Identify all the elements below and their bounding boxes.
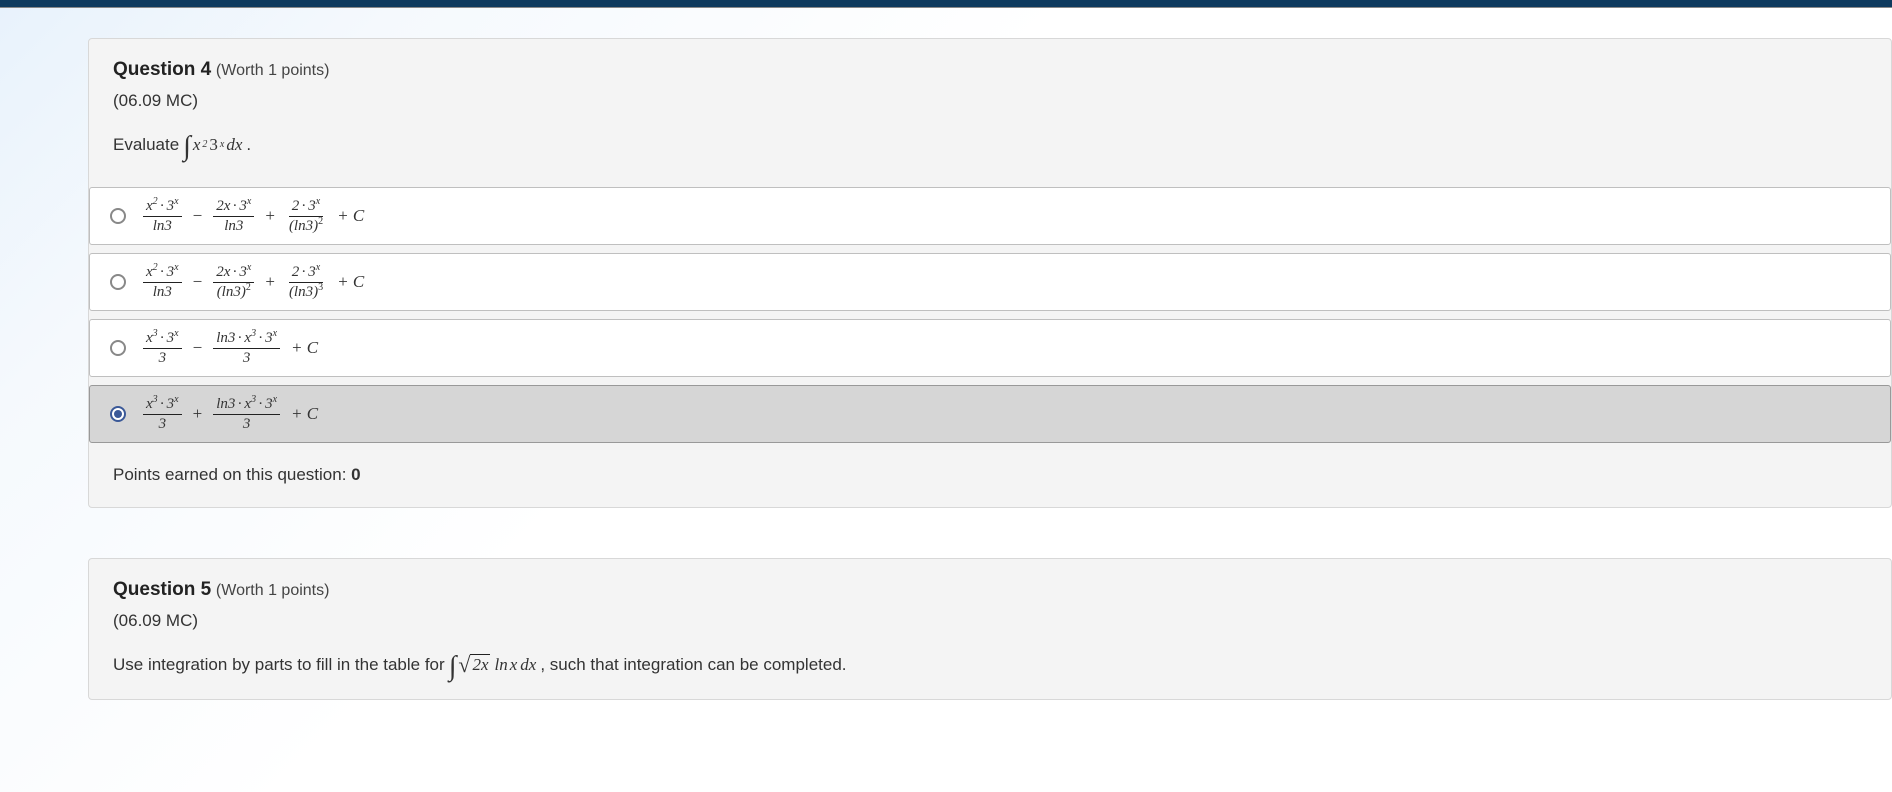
radio-icon[interactable] (110, 406, 126, 422)
option-4[interactable]: x3·3x3 + ln3·x3·3x3 + C (89, 385, 1891, 443)
option-1-math: x2·3xln3 − 2x·3xln3 + 2·3x(ln3)2 + C (140, 198, 364, 234)
radio-icon[interactable] (110, 340, 126, 356)
question-5-code: (06.09 MC) (113, 611, 1867, 631)
option-2-math: x2·3xln3 − 2x·3x(ln3)2 + 2·3x(ln3)3 + C (140, 264, 364, 300)
question-4-title: Question 4 (113, 59, 211, 80)
option-3[interactable]: x3·3x3 − ln3·x3·3x3 + C (89, 319, 1891, 377)
question-4-prompt: Evaluate ∫ x23x dx . (113, 129, 1867, 161)
question-4-options: x2·3xln3 − 2x·3xln3 + 2·3x(ln3)2 + C x2·… (89, 187, 1891, 443)
question-4-code: (06.09 MC) (113, 91, 1867, 111)
question-5-title-line: Question 5 (Worth 1 points) (113, 579, 1867, 601)
question-5-card: Question 5 (Worth 1 points) (06.09 MC) U… (88, 558, 1892, 700)
question-4-card: Question 4 (Worth 1 points) (06.09 MC) E… (88, 38, 1892, 508)
radio-icon[interactable] (110, 208, 126, 224)
prompt-prefix: Use integration by parts to fill in the … (113, 655, 445, 675)
integral-expression: ∫ x23x dx (183, 129, 242, 161)
radio-icon[interactable] (110, 274, 126, 290)
points-earned-line: Points earned on this question: 0 (89, 451, 1891, 507)
question-5-title: Question 5 (113, 579, 211, 600)
integral-icon: ∫ (183, 131, 191, 163)
content-area: Question 4 (Worth 1 points) (06.09 MC) E… (0, 8, 1892, 700)
option-1[interactable]: x2·3xln3 − 2x·3xln3 + 2·3x(ln3)2 + C (89, 187, 1891, 245)
points-value: 0 (351, 465, 360, 484)
question-4-worth: (Worth 1 points) (216, 62, 330, 79)
prompt-suffix: . (246, 135, 251, 155)
option-4-math: x3·3x3 + ln3·x3·3x3 + C (140, 396, 318, 432)
question-5-prompt: Use integration by parts to fill in the … (113, 649, 1867, 681)
points-label: Points earned on this question: (113, 465, 346, 484)
question-5-header: Question 5 (Worth 1 points) (06.09 MC) U… (89, 559, 1891, 699)
sqrt-icon: √ (458, 654, 470, 676)
prompt-suffix: , such that integration can be completed… (540, 655, 846, 675)
integral-expression-2: ∫ √ 2x lnxdx (449, 649, 537, 681)
question-4-header: Question 4 (Worth 1 points) (06.09 MC) E… (89, 39, 1891, 179)
prompt-prefix: Evaluate (113, 135, 179, 155)
top-nav-bar (0, 0, 1892, 8)
option-2[interactable]: x2·3xln3 − 2x·3x(ln3)2 + 2·3x(ln3)3 + C (89, 253, 1891, 311)
option-3-math: x3·3x3 − ln3·x3·3x3 + C (140, 330, 318, 366)
question-5-worth: (Worth 1 points) (216, 582, 330, 599)
question-4-title-line: Question 4 (Worth 1 points) (113, 59, 1867, 81)
integral-icon: ∫ (449, 651, 457, 683)
